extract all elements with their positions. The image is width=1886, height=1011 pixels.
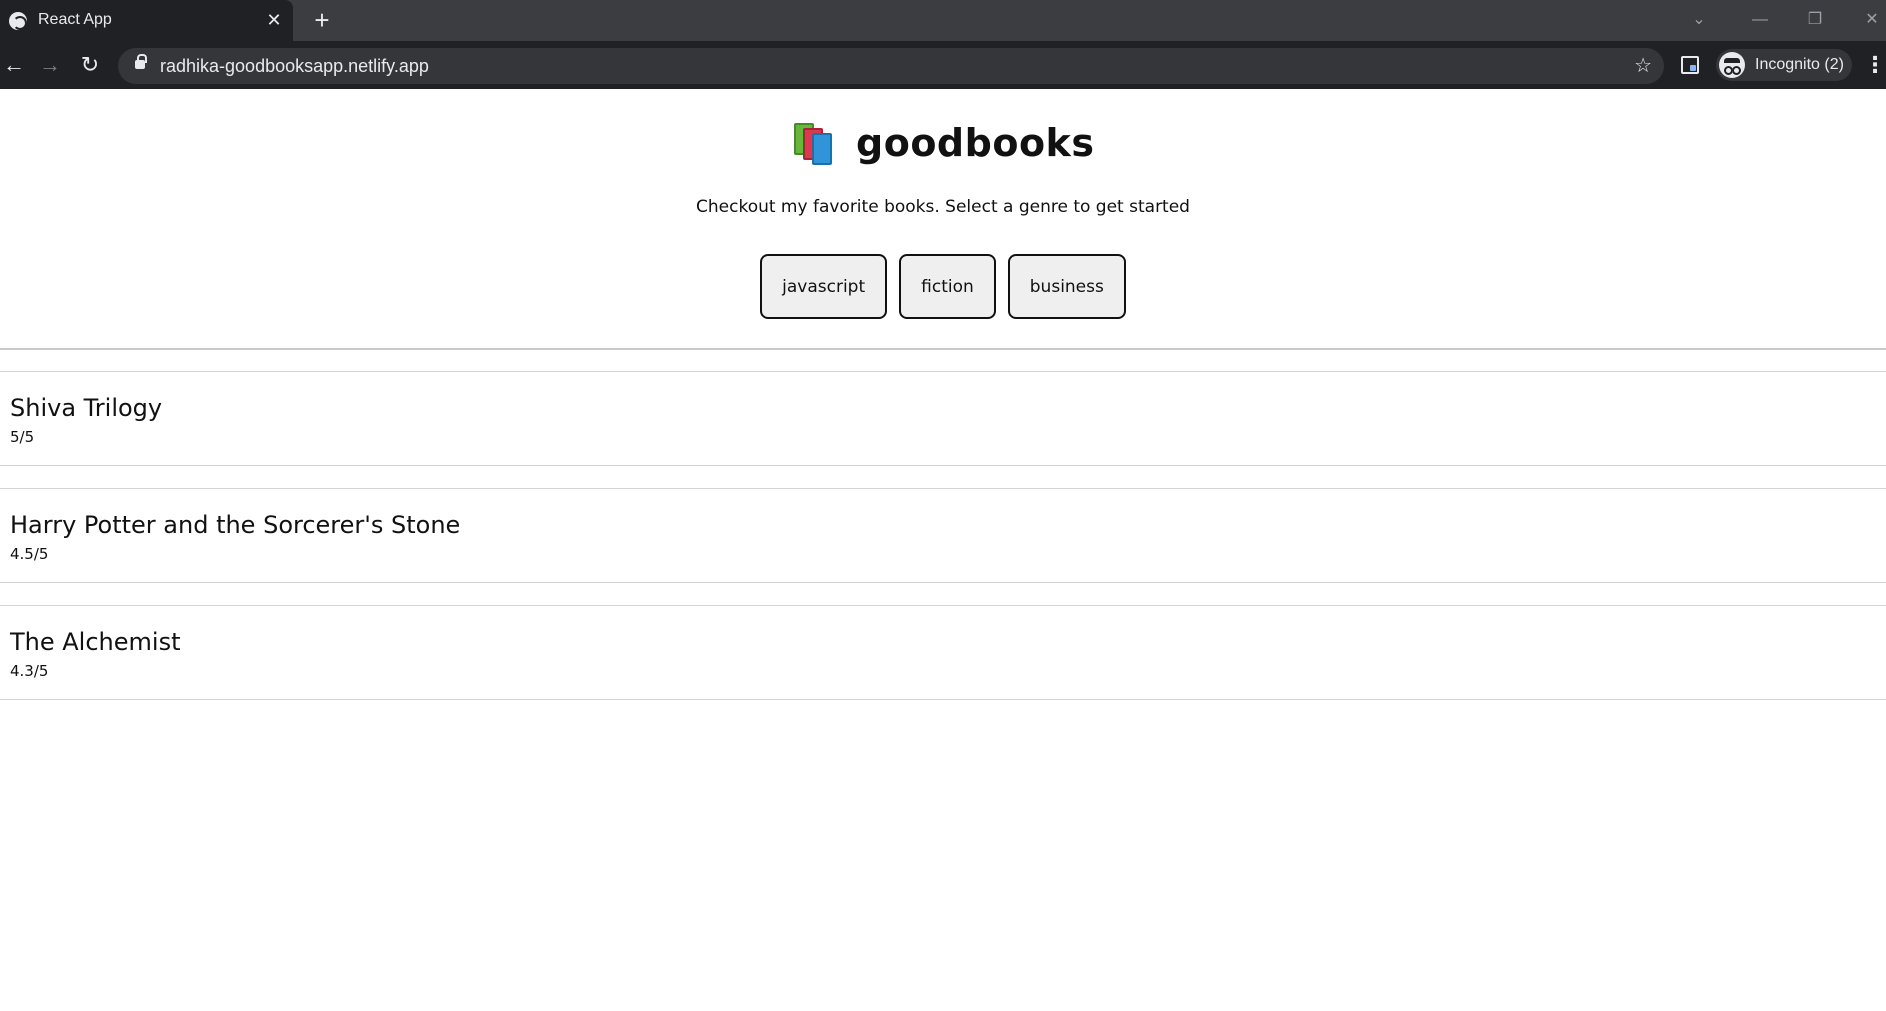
genre-button-business[interactable]: business (1007, 254, 1126, 319)
book-name: The Alchemist (10, 628, 181, 656)
forward-icon[interactable]: → (36, 51, 64, 79)
new-tab-button[interactable]: + (308, 6, 336, 34)
page-content: goodbooks Checkout my favorite books. Se… (0, 89, 1886, 1011)
book-rating: 4.3/5 (10, 662, 49, 680)
book-list: Shiva Trilogy 5/5 Harry Potter and the S… (0, 371, 1886, 722)
book-item: Harry Potter and the Sorcerer's Stone 4.… (0, 488, 1886, 583)
app-title: goodbooks (856, 121, 1095, 165)
browser-menu-icon[interactable]: ⋮ (1864, 53, 1886, 77)
tab-search-icon[interactable]: ⌄ (1685, 8, 1713, 32)
incognito-profile-button[interactable]: Incognito (2) (1716, 49, 1852, 81)
book-item: The Alchemist 4.3/5 (0, 605, 1886, 700)
app-header: goodbooks (0, 121, 1886, 175)
side-panel-icon[interactable] (1681, 56, 1699, 74)
incognito-icon (1719, 52, 1745, 78)
back-icon[interactable]: ← (0, 51, 28, 79)
reload-icon[interactable]: ↻ (76, 51, 104, 79)
book-name: Shiva Trilogy (10, 394, 163, 422)
close-window-icon[interactable]: ✕ (1858, 8, 1886, 32)
genre-buttons: javascript fiction business (0, 254, 1886, 319)
globe-icon (9, 12, 27, 30)
book-rating: 5/5 (10, 428, 35, 446)
header-divider (0, 348, 1886, 350)
book-name: Harry Potter and the Sorcerer's Stone (10, 511, 461, 539)
browser-tab[interactable]: React App ✕ (0, 0, 293, 41)
book-item: Shiva Trilogy 5/5 (0, 371, 1886, 466)
genre-button-javascript[interactable]: javascript (760, 254, 888, 319)
app-subtitle: Checkout my favorite books. Select a gen… (696, 197, 1190, 217)
restore-icon[interactable]: ❐ (1801, 8, 1829, 32)
browser-toolbar: ← → ↻ radhika-goodbooksapp.netlify.app ☆… (0, 41, 1886, 89)
lock-icon[interactable] (135, 54, 147, 69)
close-tab-icon[interactable]: ✕ (263, 9, 285, 31)
genre-button-fiction[interactable]: fiction (899, 254, 996, 319)
address-bar[interactable]: radhika-goodbooksapp.netlify.app ☆ (118, 48, 1664, 84)
url-text[interactable]: radhika-goodbooksapp.netlify.app (160, 56, 429, 77)
tab-title: React App (38, 11, 112, 28)
bookmark-star-icon[interactable]: ☆ (1634, 54, 1652, 78)
minimize-icon[interactable]: — (1746, 8, 1774, 32)
book-rating: 4.5/5 (10, 545, 49, 563)
browser-tabstrip: React App ✕ + ⌄ — ❐ ✕ (0, 0, 1886, 41)
books-icon (792, 123, 836, 165)
incognito-label: Incognito (2) (1755, 56, 1844, 73)
